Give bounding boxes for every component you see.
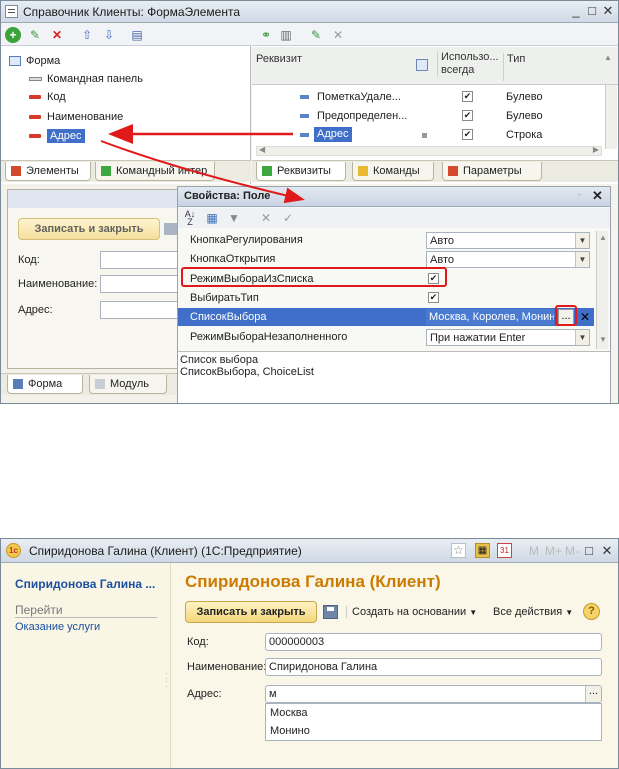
help-icon[interactable]: ? — [583, 603, 600, 620]
enterprise-window: 1c Спиридонова Галина (Клиент) (1С:Предп… — [0, 538, 619, 769]
label-address: Адрес: — [187, 688, 222, 700]
arrow-to-properties — [100, 140, 305, 204]
close-button[interactable]: ✕ — [599, 543, 615, 559]
save-icon[interactable] — [323, 605, 338, 619]
page-title: Спиридонова Галина (Клиент) — [185, 572, 441, 591]
annotation-arrows — [100, 124, 305, 204]
code-field[interactable]: 000000003 — [265, 633, 602, 651]
label-name: Наименование: — [187, 661, 267, 673]
memory-plus-button[interactable]: M+ — [545, 544, 562, 558]
favorites-icon[interactable]: ☆ — [451, 543, 466, 558]
designer-window: Справочник Клиенты: ФормаЭлемента _ □ ✕ … — [0, 0, 619, 404]
sidebar-section-goto: Перейти — [15, 603, 157, 618]
enterprise-titlebar: 1c Спиридонова Галина (Клиент) (1С:Предп… — [1, 539, 618, 563]
sidebar-link-services[interactable]: Оказание услуги — [15, 621, 100, 633]
dropdown-option[interactable]: Монино — [270, 725, 310, 737]
all-actions-menu[interactable]: Все действия ▼ — [493, 606, 573, 618]
address-ellipsis-button[interactable]: ... — [585, 686, 601, 702]
create-based-on-menu[interactable]: Создать на основании ▼ — [346, 606, 477, 618]
sidebar-title[interactable]: Спиридонова Галина ... — [15, 577, 155, 591]
1c-logo-icon: 1c — [6, 543, 21, 558]
label-code: Код: — [187, 636, 209, 648]
dropdown-option[interactable]: Москва — [270, 707, 308, 719]
memory-minus-button[interactable]: M- — [565, 544, 579, 558]
enterprise-title: Спиридонова Галина (Клиент) (1С:Предприя… — [29, 544, 302, 558]
splitter-handle[interactable]: ⁚ ⁚ — [165, 673, 168, 689]
chevron-down-icon: ▼ — [565, 608, 574, 617]
memory-button[interactable]: M — [529, 544, 539, 558]
maximize-button[interactable]: □ — [581, 543, 597, 559]
chevron-down-icon: ▼ — [469, 608, 478, 617]
address-field[interactable]: м ... — [265, 685, 602, 703]
address-dropdown-list: Москва Монино — [265, 703, 602, 741]
name-field[interactable]: Спиридонова Галина — [265, 658, 602, 676]
save-and-close-button[interactable]: Записать и закрыть — [185, 601, 317, 623]
calculator-icon[interactable]: ▦ — [475, 543, 490, 558]
calendar-icon[interactable]: 31 — [497, 543, 512, 558]
nav-sidebar: Спиридонова Галина ... Перейти Оказание … — [1, 563, 171, 768]
